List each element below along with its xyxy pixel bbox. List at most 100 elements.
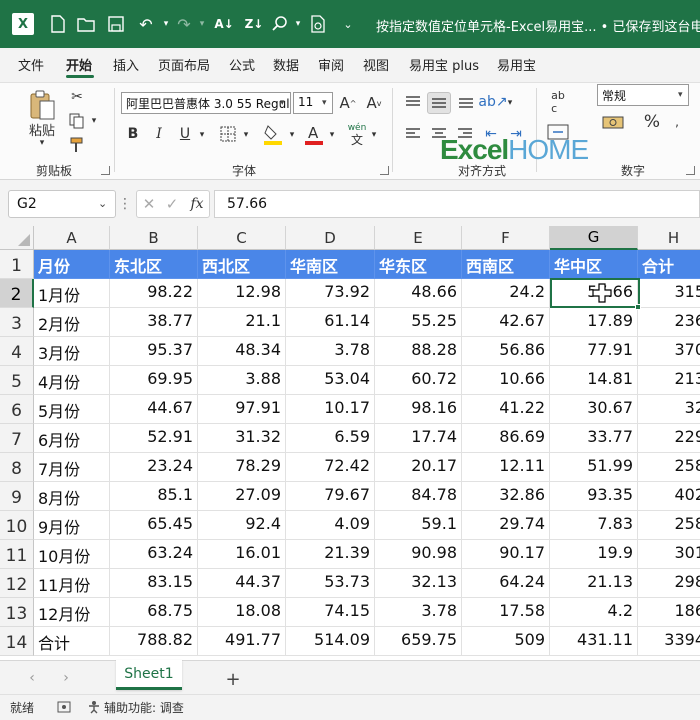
table-cell[interactable]: 12.11 — [462, 453, 550, 482]
table-header-cell[interactable]: 西北区 — [198, 250, 286, 279]
row-header-14[interactable]: 14 — [0, 627, 34, 656]
font-size-chevron-icon[interactable]: ▾ — [322, 98, 327, 108]
table-cell[interactable]: 60.72 — [375, 366, 462, 395]
table-cell[interactable]: 93.35 — [550, 482, 638, 511]
table-cell[interactable]: 3394 — [638, 627, 700, 656]
table-cell[interactable]: 24.2 — [462, 279, 550, 308]
number-format-chevron-icon[interactable]: ▾ — [678, 90, 683, 100]
format-painter-icon[interactable] — [67, 136, 87, 154]
table-cell[interactable]: 12月份 — [34, 598, 110, 627]
table-cell[interactable]: 4.09 — [286, 511, 375, 540]
formula-input[interactable]: 57.66 — [214, 190, 700, 218]
cut-icon[interactable]: ✂ — [67, 88, 87, 106]
table-cell[interactable]: 3月份 — [34, 337, 110, 366]
table-cell[interactable]: 370 — [638, 337, 700, 366]
table-cell[interactable]: 10.66 — [462, 366, 550, 395]
table-cell[interactable]: 78.29 — [198, 453, 286, 482]
table-cell[interactable]: 17.58 — [462, 598, 550, 627]
borders-dropdown-icon[interactable]: ▾ — [240, 126, 252, 144]
table-cell[interactable]: 258 — [638, 453, 700, 482]
number-launcher-icon[interactable] — [686, 166, 695, 175]
row-header-4[interactable]: 4 — [0, 337, 34, 366]
tab-home[interactable]: 开始 — [66, 55, 92, 74]
name-box-chevron-icon[interactable]: ⌄ — [98, 197, 107, 210]
clipboard-launcher-icon[interactable] — [101, 166, 110, 175]
table-header-cell[interactable]: 华南区 — [286, 250, 375, 279]
row-header-10[interactable]: 10 — [0, 511, 34, 540]
table-header-cell[interactable]: 合计 — [638, 250, 700, 279]
table-cell[interactable]: 3.78 — [286, 337, 375, 366]
italic-button[interactable]: I — [150, 124, 168, 144]
sheet-tab-sheet1[interactable]: Sheet1 — [116, 660, 182, 690]
table-cell[interactable]: 42.67 — [462, 308, 550, 337]
align-bottom-icon[interactable] — [455, 92, 477, 112]
sort-descending-icon[interactable]: Z↓ — [242, 12, 266, 36]
row-header-9[interactable]: 9 — [0, 482, 34, 511]
table-cell[interactable]: 17.74 — [375, 424, 462, 453]
borders-icon[interactable] — [218, 124, 238, 144]
table-cell[interactable]: 9月份 — [34, 511, 110, 540]
table-cell[interactable]: 7.83 — [550, 511, 638, 540]
font-color-dropdown-icon[interactable]: ▾ — [326, 126, 338, 144]
table-cell[interactable]: 57.66 — [550, 279, 638, 308]
copy-icon[interactable] — [67, 112, 87, 130]
redo-dropdown-icon[interactable]: ▾ — [190, 12, 214, 36]
table-cell[interactable]: 10.17 — [286, 395, 375, 424]
table-cell[interactable]: 59.1 — [375, 511, 462, 540]
tab-formulas[interactable]: 公式 — [229, 55, 255, 74]
underline-button[interactable]: U — [176, 124, 194, 144]
percent-button[interactable]: % — [642, 112, 662, 132]
table-cell[interactable]: 74.15 — [286, 598, 375, 627]
table-cell[interactable]: 4.2 — [550, 598, 638, 627]
table-header-cell[interactable]: 月份 — [34, 250, 110, 279]
insert-function-button[interactable]: fx — [186, 193, 208, 215]
table-cell[interactable]: 44.67 — [110, 395, 198, 424]
table-cell[interactable]: 51.99 — [550, 453, 638, 482]
table-header-cell[interactable]: 华中区 — [550, 250, 638, 279]
table-cell[interactable]: 33.77 — [550, 424, 638, 453]
accessibility-icon[interactable] — [86, 699, 102, 715]
new-file-icon[interactable] — [46, 12, 70, 36]
fill-color-icon[interactable] — [262, 122, 284, 146]
table-cell[interactable]: 509 — [462, 627, 550, 656]
save-icon[interactable] — [104, 12, 128, 36]
table-cell[interactable]: 229 — [638, 424, 700, 453]
table-cell[interactable]: 53.04 — [286, 366, 375, 395]
table-cell[interactable]: 65.45 — [110, 511, 198, 540]
table-cell[interactable]: 38.77 — [110, 308, 198, 337]
accounting-format-icon[interactable] — [598, 112, 634, 132]
table-cell[interactable]: 6.59 — [286, 424, 375, 453]
accessibility-status[interactable]: 辅助功能: 调查 — [104, 699, 184, 715]
table-cell[interactable]: 12.98 — [198, 279, 286, 308]
underline-dropdown-icon[interactable]: ▾ — [196, 126, 208, 144]
table-cell[interactable]: 97.91 — [198, 395, 286, 424]
align-left-icon[interactable] — [402, 124, 424, 144]
align-middle-icon[interactable] — [427, 92, 451, 114]
tab-yiyongbao[interactable]: 易用宝 — [497, 55, 536, 74]
row-header-6[interactable]: 6 — [0, 395, 34, 424]
table-cell[interactable]: 431.11 — [550, 627, 638, 656]
row-header-11[interactable]: 11 — [0, 540, 34, 569]
customize-toolbar-icon[interactable]: ⌄ — [336, 12, 360, 36]
table-cell[interactable]: 402 — [638, 482, 700, 511]
fill-color-dropdown-icon[interactable]: ▾ — [286, 126, 298, 144]
table-cell[interactable]: 20.17 — [375, 453, 462, 482]
orientation-dropdown-icon[interactable]: ▾ — [504, 94, 516, 112]
table-cell[interactable]: 68.75 — [110, 598, 198, 627]
select-all-corner[interactable] — [0, 226, 34, 250]
scroll-tabs-right-icon[interactable]: › — [56, 668, 76, 688]
table-cell[interactable]: 83.15 — [110, 569, 198, 598]
tab-data[interactable]: 数据 — [273, 55, 299, 74]
phonetic-dropdown-icon[interactable]: ▾ — [368, 126, 380, 144]
font-launcher-icon[interactable] — [380, 166, 389, 175]
row-header-2[interactable]: 2 — [0, 279, 34, 308]
table-cell[interactable]: 48.66 — [375, 279, 462, 308]
table-cell[interactable]: 32 — [638, 395, 700, 424]
table-cell[interactable]: 514.09 — [286, 627, 375, 656]
confirm-icon[interactable]: ✓ — [163, 193, 181, 215]
paste-button[interactable]: 粘贴 — [26, 120, 58, 139]
column-header-e[interactable]: E — [375, 226, 462, 250]
tab-page-layout[interactable]: 页面布局 — [158, 55, 210, 74]
table-cell[interactable]: 56.86 — [462, 337, 550, 366]
table-header-cell[interactable]: 东北区 — [110, 250, 198, 279]
